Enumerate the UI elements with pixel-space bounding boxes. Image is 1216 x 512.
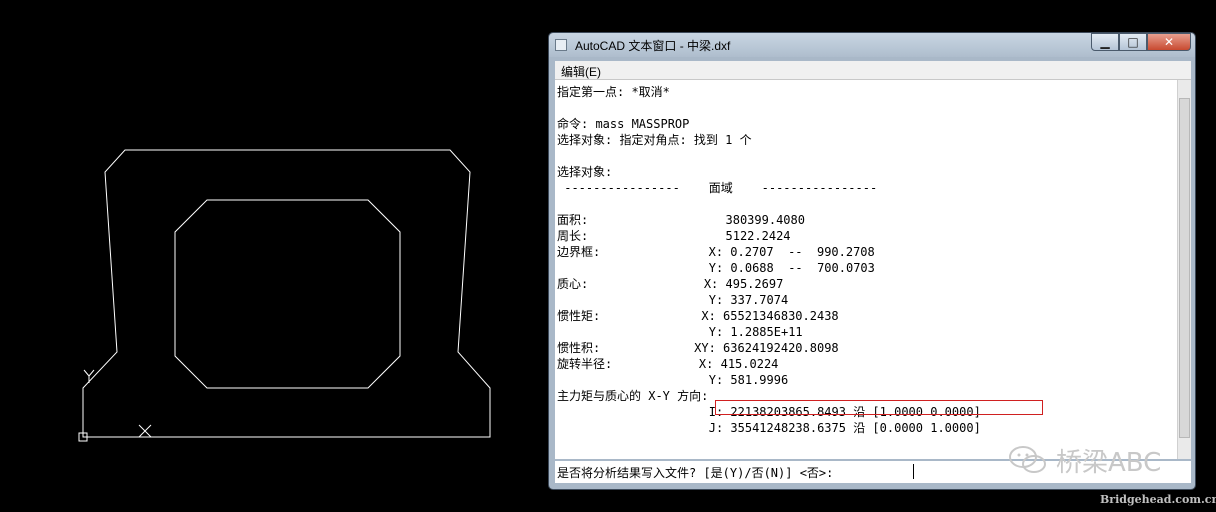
maximize-button[interactable]: □ — [1119, 33, 1147, 51]
beam-inner-void[interactable] — [174, 199, 401, 389]
history-line: 指定第一点: *取消* — [557, 85, 670, 99]
autocad-text-window[interactable]: AutoCAD 文本窗口 - 中梁.dxf ▁ □ ✕ 编辑(E) 指定第一点:… — [548, 32, 1196, 490]
watermark-title: 桥梁ABC — [1056, 448, 1162, 478]
ucs-y-icon — [83, 369, 95, 383]
history-line: 惯性积: XY: 63624192420.8098 — [557, 341, 839, 355]
menu-item-edit[interactable]: 编辑(E) — [561, 63, 601, 80]
history-line: 周长: 5122.2424 — [557, 229, 791, 243]
history-line: 旋转半径: X: 415.0224 — [557, 357, 779, 371]
highlight-box — [715, 400, 1043, 415]
watermark-url: Bridgehead.com.cn — [1100, 493, 1216, 506]
cad-drawing-area[interactable] — [0, 0, 540, 512]
history-line: 惯性矩: X: 65521346830.2438 — [557, 309, 839, 323]
menu-bar: 编辑(E) — [555, 61, 1191, 80]
history-line: 主力矩与质心的 X-Y 方向: — [557, 389, 709, 403]
close-button[interactable]: ✕ — [1147, 33, 1191, 51]
command-prompt: 是否将分析结果写入文件? [是(Y)/否(N)] <否>: — [557, 466, 841, 480]
ucs-x-icon — [138, 424, 152, 438]
autocad-app-icon — [555, 39, 567, 51]
history-line: Y: 337.7074 — [557, 293, 789, 307]
history-line: 选择对象: — [557, 165, 613, 179]
history-line: 面积: 380399.4080 — [557, 213, 805, 227]
history-line: J: 35541248238.6375 沿 [0.0000 1.0000] — [557, 421, 981, 435]
history-line: 命令: mass MASSPROP — [557, 117, 690, 131]
beam-outer-outline[interactable] — [82, 149, 491, 438]
history-line: Y: 1.2885E+11 — [557, 325, 803, 339]
history-line: Y: 0.0688 -- 700.0703 — [557, 261, 875, 275]
watermark: 桥梁ABC Bridgehead.com.cn — [1000, 440, 1216, 510]
vertical-scrollbar[interactable] — [1177, 80, 1191, 459]
text-history-pane[interactable]: 指定第一点: *取消* 命令: mass MASSPROP 选择对象: 指定对角点:… — [555, 80, 1191, 459]
history-line: 边界框: X: 0.2707 -- 990.2708 — [557, 245, 875, 259]
history-line: 质心: X: 495.2697 — [557, 277, 784, 291]
minimize-button[interactable]: ▁ — [1091, 33, 1119, 51]
history-line: 选择对象: 指定对角点: 找到 1 个 — [557, 133, 752, 147]
title-bar[interactable]: AutoCAD 文本窗口 - 中梁.dxf ▁ □ ✕ — [549, 33, 1195, 57]
history-line: ---------------- 面域 ---------------- — [557, 181, 878, 195]
scrollbar-thumb[interactable] — [1179, 98, 1190, 438]
history-line: Y: 581.9996 — [557, 373, 789, 387]
wechat-icon — [1009, 446, 1046, 473]
window-title: AutoCAD 文本窗口 - 中梁.dxf — [575, 39, 731, 53]
text-caret — [913, 464, 914, 479]
